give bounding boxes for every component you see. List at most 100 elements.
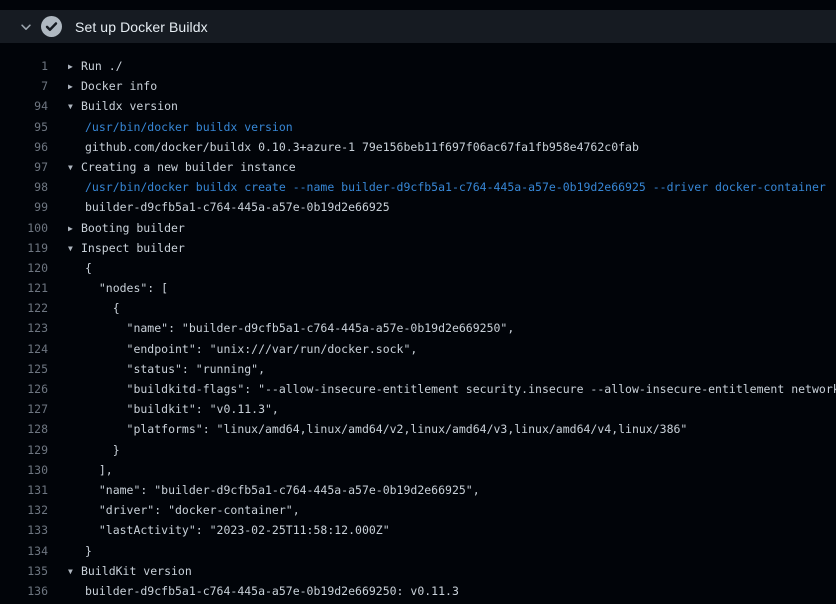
line-number[interactable]: 122 [0, 298, 48, 318]
line-number[interactable]: 128 [0, 419, 48, 439]
line-number[interactable]: 130 [0, 460, 48, 480]
log-group-toggle[interactable]: ▶Run ./ [48, 56, 836, 76]
line-number[interactable]: 134 [0, 541, 48, 561]
log-line: 1 ▶Run ./ [0, 56, 836, 76]
log-text: "platforms": "linux/amd64,linux/amd64/v2… [48, 419, 836, 439]
triangle-down-icon[interactable]: ▼ [68, 562, 81, 581]
line-number[interactable]: 136 [0, 581, 48, 601]
log-text: "driver": "docker-container", [48, 500, 836, 520]
log-line: 99 builder-d9cfb5a1-c764-445a-a57e-0b19d… [0, 197, 836, 217]
line-number[interactable]: 98 [0, 177, 48, 197]
line-number[interactable]: 131 [0, 480, 48, 500]
log-line: 127 "buildkit": "v0.11.3", [0, 399, 836, 419]
line-number[interactable]: 121 [0, 278, 48, 298]
log-group-title[interactable]: Run ./ [81, 59, 123, 73]
line-number[interactable]: 96 [0, 137, 48, 157]
log-text: } [48, 440, 836, 460]
triangle-right-icon[interactable]: ▶ [68, 77, 81, 96]
log-group-title[interactable]: Buildx version [81, 99, 178, 113]
log-line: 133 "lastActivity": "2023-02-25T11:58:12… [0, 520, 836, 540]
log-line: 134 } [0, 541, 836, 561]
log-line: 128 "platforms": "linux/amd64,linux/amd6… [0, 419, 836, 439]
triangle-right-icon[interactable]: ▶ [68, 57, 81, 76]
triangle-down-icon[interactable]: ▼ [68, 239, 81, 258]
check-circle-icon [41, 16, 62, 37]
line-number[interactable]: 127 [0, 399, 48, 419]
line-number[interactable]: 123 [0, 318, 48, 338]
log-group-title[interactable]: Creating a new builder instance [81, 160, 296, 174]
log-line: 126 "buildkitd-flags": "--allow-insecure… [0, 379, 836, 399]
log-text: } [48, 541, 836, 561]
log-text: "nodes": [ [48, 278, 836, 298]
log-line: 97 ▼Creating a new builder instance [0, 157, 836, 177]
line-number[interactable]: 99 [0, 197, 48, 217]
step-title: Set up Docker Buildx [75, 19, 208, 35]
line-number[interactable]: 1 [0, 56, 48, 76]
line-number[interactable]: 126 [0, 379, 48, 399]
line-number[interactable]: 7 [0, 76, 48, 96]
log-group-title[interactable]: Docker info [81, 79, 157, 93]
line-number[interactable]: 100 [0, 218, 48, 238]
log-group-toggle[interactable]: ▶Booting builder [48, 218, 836, 238]
line-number[interactable]: 120 [0, 258, 48, 278]
log-group-title[interactable]: Inspect builder [81, 241, 185, 255]
log-line: 7 ▶Docker info [0, 76, 836, 96]
log-line: 123 "name": "builder-d9cfb5a1-c764-445a-… [0, 318, 836, 338]
log-text: ], [48, 460, 836, 480]
log-line: 120 { [0, 258, 836, 278]
log-group-toggle[interactable]: ▼Buildx version [48, 96, 836, 116]
log-text: "endpoint": "unix:///var/run/docker.sock… [48, 339, 836, 359]
line-number[interactable]: 125 [0, 359, 48, 379]
log-line: 98 /usr/bin/docker buildx create --name … [0, 177, 836, 197]
log-line: 125 "status": "running", [0, 359, 836, 379]
log-line: 122 { [0, 298, 836, 318]
log-line: 136 builder-d9cfb5a1-c764-445a-a57e-0b19… [0, 581, 836, 601]
log-text: builder-d9cfb5a1-c764-445a-a57e-0b19d2e6… [48, 197, 836, 217]
log-line: 124 "endpoint": "unix:///var/run/docker.… [0, 339, 836, 359]
log-line: 130 ], [0, 460, 836, 480]
log-text: "status": "running", [48, 359, 836, 379]
log-line: 135 ▼BuildKit version [0, 561, 836, 581]
line-number[interactable]: 129 [0, 440, 48, 460]
log-line: 95 /usr/bin/docker buildx version [0, 117, 836, 137]
log-group-toggle[interactable]: ▼BuildKit version [48, 561, 836, 581]
log-text: github.com/docker/buildx 0.10.3+azure-1 … [48, 137, 836, 157]
log-line: 132 "driver": "docker-container", [0, 500, 836, 520]
log-text: "name": "builder-d9cfb5a1-c764-445a-a57e… [48, 480, 836, 500]
chevron-down-icon[interactable] [18, 19, 34, 35]
log-text: "buildkitd-flags": "--allow-insecure-ent… [48, 379, 836, 399]
log-text: builder-d9cfb5a1-c764-445a-a57e-0b19d2e6… [48, 581, 836, 601]
log-command-text: /usr/bin/docker buildx version [48, 117, 836, 137]
log-group-title[interactable]: BuildKit version [81, 564, 192, 578]
triangle-right-icon[interactable]: ▶ [68, 219, 81, 238]
line-number[interactable]: 124 [0, 339, 48, 359]
log-viewer: 1 ▶Run ./ 7 ▶Docker info 94 ▼Buildx vers… [0, 43, 836, 601]
log-text: { [48, 298, 836, 318]
log-text: { [48, 258, 836, 278]
log-group-title[interactable]: Booting builder [81, 221, 185, 235]
log-text: "buildkit": "v0.11.3", [48, 399, 836, 419]
log-line: 131 "name": "builder-d9cfb5a1-c764-445a-… [0, 480, 836, 500]
line-number[interactable]: 135 [0, 561, 48, 581]
line-number[interactable]: 94 [0, 96, 48, 116]
log-line: 94 ▼Buildx version [0, 96, 836, 116]
log-text: "lastActivity": "2023-02-25T11:58:12.000… [48, 520, 836, 540]
log-line: 121 "nodes": [ [0, 278, 836, 298]
log-group-toggle[interactable]: ▼Inspect builder [48, 238, 836, 258]
log-line: 96 github.com/docker/buildx 0.10.3+azure… [0, 137, 836, 157]
log-line: 119 ▼Inspect builder [0, 238, 836, 258]
log-line: 100 ▶Booting builder [0, 218, 836, 238]
triangle-down-icon[interactable]: ▼ [68, 158, 81, 177]
line-number[interactable]: 119 [0, 238, 48, 258]
log-group-toggle[interactable]: ▶Docker info [48, 76, 836, 96]
line-number[interactable]: 133 [0, 520, 48, 540]
line-number[interactable]: 95 [0, 117, 48, 137]
log-text: "name": "builder-d9cfb5a1-c764-445a-a57e… [48, 318, 836, 338]
line-number[interactable]: 132 [0, 500, 48, 520]
triangle-down-icon[interactable]: ▼ [68, 97, 81, 116]
line-number[interactable]: 97 [0, 157, 48, 177]
log-command-text: /usr/bin/docker buildx create --name bui… [48, 177, 836, 197]
step-header[interactable]: Set up Docker Buildx [0, 10, 836, 43]
log-group-toggle[interactable]: ▼Creating a new builder instance [48, 157, 836, 177]
log-line: 129 } [0, 440, 836, 460]
